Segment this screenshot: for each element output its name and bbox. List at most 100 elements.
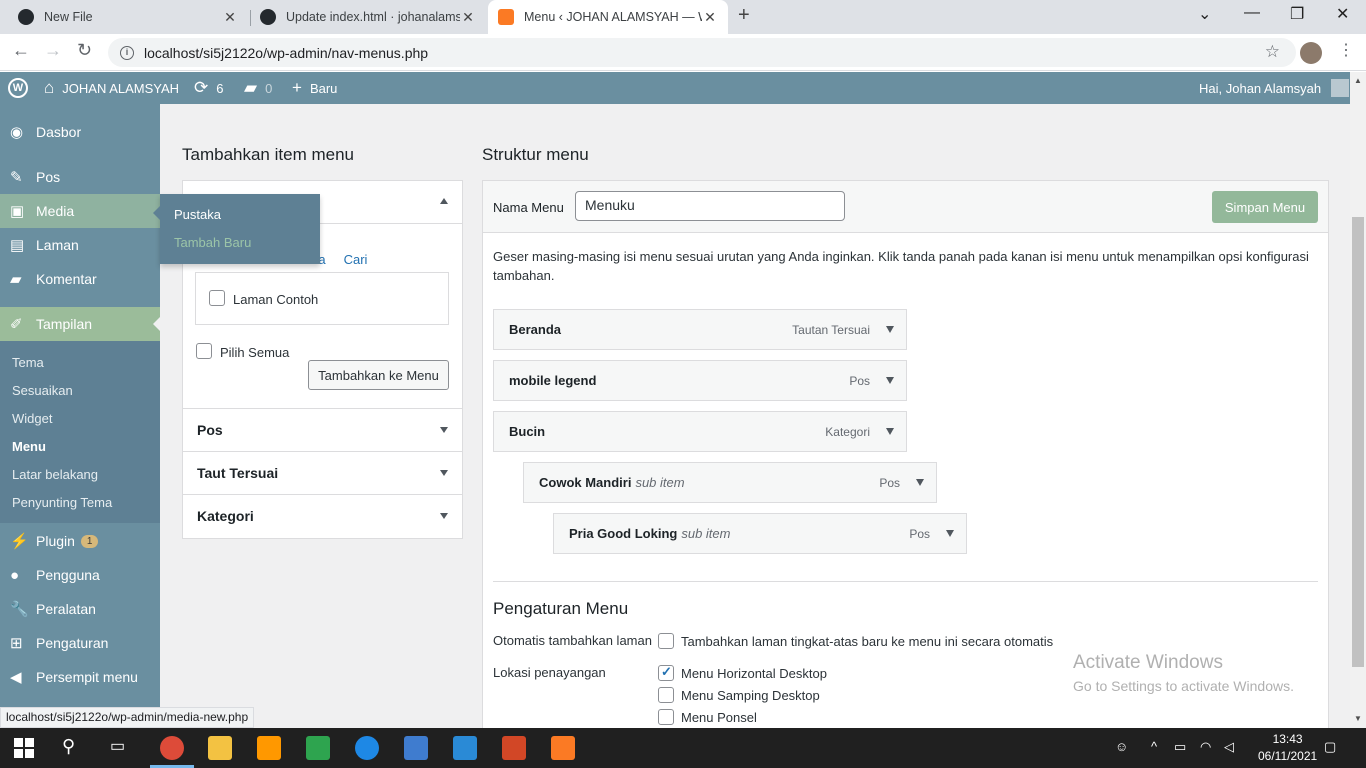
windows-start-icon[interactable] bbox=[14, 738, 34, 758]
store-icon[interactable] bbox=[404, 736, 428, 760]
scrollbar-thumb[interactable] bbox=[1352, 217, 1364, 667]
collapse-arrow-icon[interactable] bbox=[440, 198, 448, 204]
item-expand-arrow-icon[interactable] bbox=[886, 428, 894, 435]
auto-add-checkbox[interactable] bbox=[658, 633, 674, 649]
sidebar-item-pos[interactable]: ✎ Pos bbox=[0, 160, 160, 194]
task-view-icon[interactable]: ▭ bbox=[110, 736, 134, 760]
file-explorer-icon[interactable] bbox=[208, 736, 232, 760]
sidebar-item-dasbor[interactable]: ◉ Dasbor bbox=[0, 115, 160, 149]
select-all-checkbox[interactable] bbox=[196, 343, 212, 359]
system-clock[interactable]: 13:43 06/11/2021 bbox=[1258, 731, 1317, 765]
menu-item-bucin[interactable]: Bucin Kategori bbox=[493, 411, 907, 452]
forward-arrow-icon[interactable]: → bbox=[44, 40, 62, 61]
location-checkbox-horizontal-desktop[interactable] bbox=[658, 664, 674, 681]
address-bar: ← → ↻ i localhost/si5j2122o/wp-admin/nav… bbox=[0, 34, 1366, 71]
battery-icon[interactable]: ▭ bbox=[1174, 739, 1186, 755]
minimize-button[interactable]: — bbox=[1244, 4, 1260, 22]
menu-item-mobile-legend[interactable]: mobile legend Pos bbox=[493, 360, 907, 401]
menu-item-pria-good-loking[interactable]: Pria Good Loking sub item Pos bbox=[553, 513, 967, 554]
flyout-item-pustaka[interactable]: Pustaka bbox=[174, 207, 221, 222]
browser-tab-new-file[interactable]: New File ✕ bbox=[8, 0, 248, 34]
close-tab-icon[interactable]: ✕ bbox=[460, 9, 476, 26]
page-scrollbar[interactable]: ▲ ▼ bbox=[1350, 72, 1366, 728]
chrome-icon[interactable] bbox=[160, 736, 184, 760]
sidebar-item-media[interactable]: ▣ Media bbox=[0, 194, 160, 228]
sidebar-item-plugin[interactable]: ⚡ Plugin 1 bbox=[0, 524, 160, 558]
item-expand-arrow-icon[interactable] bbox=[916, 479, 924, 486]
sublime-text-icon[interactable] bbox=[257, 736, 281, 760]
accordion-section-taut-tersuai[interactable]: Taut Tersuai bbox=[183, 452, 462, 495]
reload-icon[interactable]: ↻ bbox=[77, 40, 92, 61]
close-tab-icon[interactable]: ✕ bbox=[222, 9, 238, 26]
close-tab-icon[interactable]: ✕ bbox=[702, 9, 718, 26]
save-menu-button[interactable]: Simpan Menu bbox=[1212, 191, 1318, 223]
app-icon[interactable] bbox=[306, 736, 330, 760]
collapse-menu-button[interactable]: ◀ Persempit menu bbox=[0, 660, 160, 694]
submenu-item-menu[interactable]: Menu bbox=[12, 439, 46, 454]
watermark-subtitle: Go to Settings to activate Windows. bbox=[1073, 678, 1294, 694]
network-icon[interactable]: ◠ bbox=[1200, 739, 1211, 755]
watermark-title: Activate Windows bbox=[1073, 652, 1223, 673]
submenu-item-tema[interactable]: Tema bbox=[12, 355, 44, 370]
site-info-icon[interactable]: i bbox=[120, 45, 134, 60]
show-hidden-icons-icon[interactable]: ^ bbox=[1151, 739, 1157, 754]
menu-item-cowok-mandiri[interactable]: Cowok Mandiri sub item Pos bbox=[523, 462, 937, 503]
bookmark-star-icon[interactable]: ☆ bbox=[1265, 42, 1280, 62]
mail-icon[interactable] bbox=[453, 736, 477, 760]
menu-management-panel: Nama Menu Menuku Simpan Menu Geser masin… bbox=[482, 180, 1329, 728]
tab-search-button[interactable]: ⌄ bbox=[1198, 4, 1211, 24]
new-content-link[interactable]: + Baru bbox=[292, 72, 337, 104]
new-tab-button[interactable]: + bbox=[738, 4, 750, 27]
expand-arrow-icon[interactable] bbox=[440, 427, 448, 433]
menu-item-beranda[interactable]: Beranda Tautan Tersuai bbox=[493, 309, 907, 350]
item-expand-arrow-icon[interactable] bbox=[946, 530, 954, 537]
edge-icon[interactable] bbox=[355, 736, 379, 760]
accordion-section-pos[interactable]: Pos bbox=[183, 409, 462, 452]
expand-arrow-icon[interactable] bbox=[440, 513, 448, 519]
restore-button[interactable]: ❐ bbox=[1290, 4, 1304, 24]
location-checkbox-side-desktop[interactable] bbox=[658, 687, 674, 703]
site-name-link[interactable]: ⌂ JOHAN ALAMSYAH bbox=[44, 72, 179, 104]
notifications-icon[interactable]: ▢ bbox=[1324, 739, 1336, 755]
sidebar-item-label: Laman bbox=[36, 237, 79, 253]
expand-arrow-icon[interactable] bbox=[440, 470, 448, 476]
page-checkbox[interactable] bbox=[209, 290, 225, 306]
item-expand-arrow-icon[interactable] bbox=[886, 377, 894, 384]
location-checkbox-mobile[interactable] bbox=[658, 709, 674, 725]
item-expand-arrow-icon[interactable] bbox=[886, 326, 894, 333]
sidebar-item-pengaturan[interactable]: ⊞ Pengaturan bbox=[0, 626, 160, 660]
add-to-menu-button[interactable]: Tambahkan ke Menu bbox=[308, 360, 449, 390]
accordion-section-kategori[interactable]: Kategori bbox=[183, 495, 462, 538]
menu-name-input[interactable]: Menuku bbox=[575, 191, 845, 221]
section-label: Kategori bbox=[197, 508, 254, 524]
sidebar-item-laman[interactable]: ▤ Laman bbox=[0, 228, 160, 262]
submenu-item-widget[interactable]: Widget bbox=[12, 411, 52, 426]
xampp-icon[interactable] bbox=[551, 736, 575, 760]
wordpress-logo-icon[interactable]: W bbox=[8, 72, 28, 104]
scroll-up-arrow-icon[interactable]: ▲ bbox=[1354, 76, 1362, 85]
browser-menu-icon[interactable]: ⋮ bbox=[1338, 40, 1354, 60]
tab-cari[interactable]: Cari bbox=[344, 252, 368, 267]
profile-avatar[interactable] bbox=[1300, 42, 1322, 64]
submenu-item-penyunting-tema[interactable]: Penyunting Tema bbox=[12, 495, 112, 510]
account-menu[interactable]: Hai, Johan Alamsyah bbox=[1199, 72, 1350, 104]
browser-tab-update-index[interactable]: Update index.html · johanalamsyah ✕ bbox=[250, 0, 486, 34]
close-window-button[interactable]: ✕ bbox=[1336, 4, 1349, 24]
back-arrow-icon[interactable]: ← bbox=[12, 40, 30, 61]
updates-link[interactable]: ⟳ 6 bbox=[194, 72, 223, 104]
sidebar-item-peralatan[interactable]: 🔧 Peralatan bbox=[0, 592, 160, 626]
flyout-item-tambah-baru[interactable]: Tambah Baru bbox=[174, 235, 251, 250]
sidebar-item-komentar[interactable]: ▰ Komentar bbox=[0, 262, 160, 296]
submenu-item-sesuaikan[interactable]: Sesuaikan bbox=[12, 383, 73, 398]
comments-link[interactable]: ▰ 0 bbox=[244, 72, 272, 104]
browser-tab-menu[interactable]: Menu ‹ JOHAN ALAMSYAH — W ✕ bbox=[488, 0, 728, 34]
scroll-down-arrow-icon[interactable]: ▼ bbox=[1354, 714, 1362, 723]
url-field[interactable]: i localhost/si5j2122o/wp-admin/nav-menus… bbox=[108, 38, 1296, 67]
sidebar-item-tampilan[interactable]: ✐ Tampilan bbox=[0, 307, 160, 341]
search-icon[interactable]: ⚲ bbox=[62, 736, 86, 760]
sidebar-item-pengguna[interactable]: ● Pengguna bbox=[0, 558, 160, 592]
submenu-item-latar-belakang[interactable]: Latar belakang bbox=[12, 467, 98, 482]
powerpoint-icon[interactable] bbox=[502, 736, 526, 760]
volume-icon[interactable]: ◁ bbox=[1224, 739, 1234, 755]
people-icon[interactable]: ☺ bbox=[1115, 739, 1128, 754]
